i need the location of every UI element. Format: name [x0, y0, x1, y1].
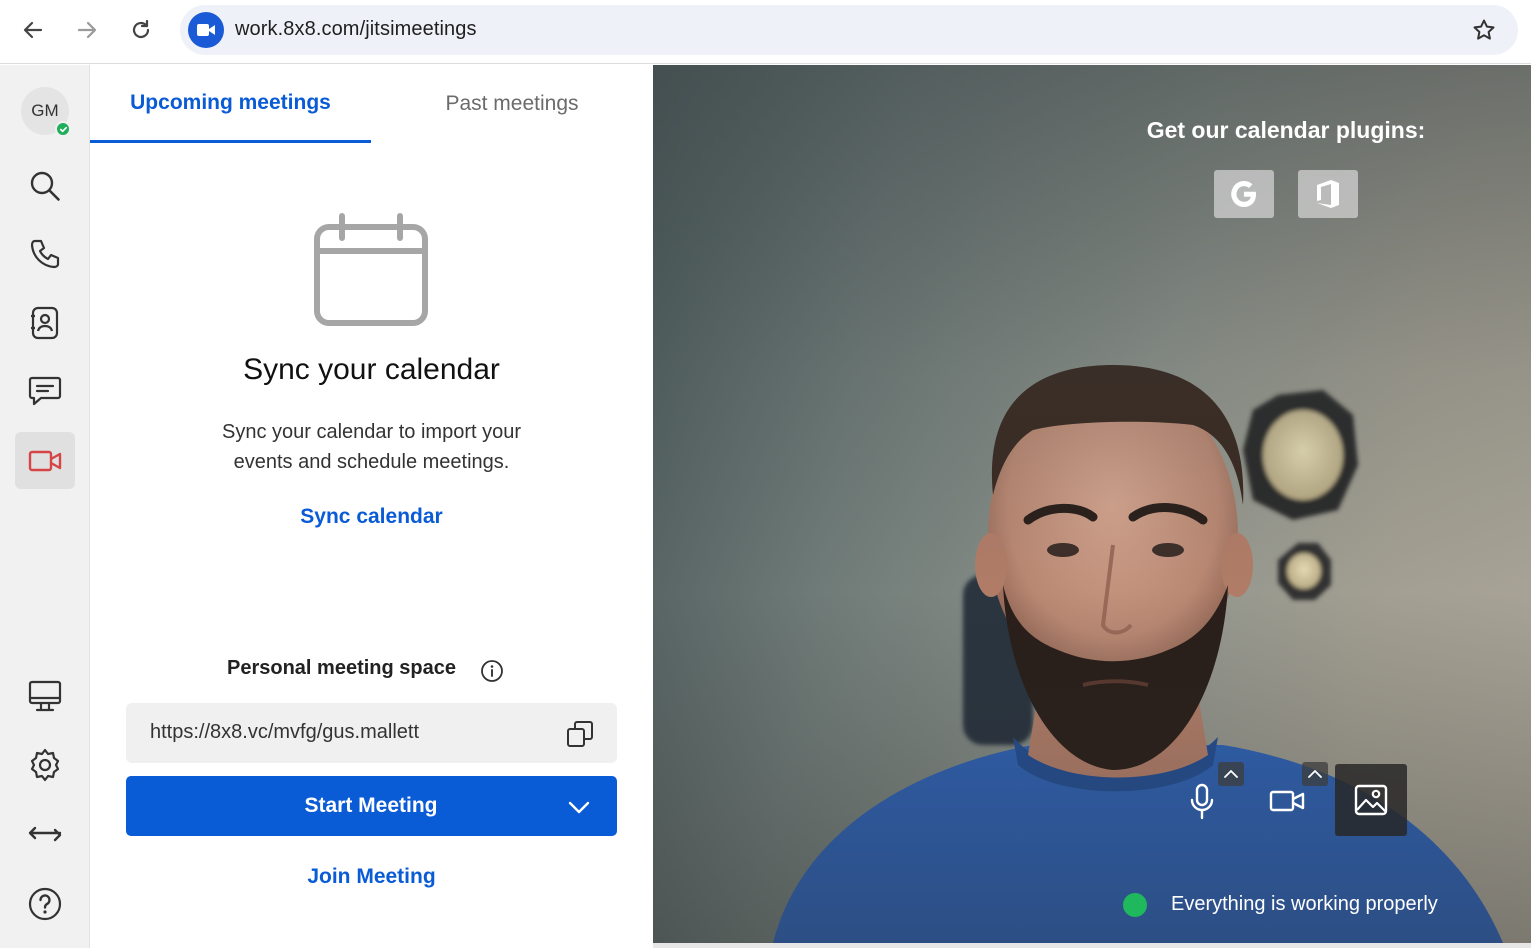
background-image-icon[interactable] — [1335, 764, 1407, 836]
calendar-icon — [314, 213, 428, 332]
personal-meeting-space-label: Personal meeting space — [227, 657, 456, 679]
phone-icon[interactable] — [15, 225, 75, 282]
device-status-text: Everything is working properly — [1171, 893, 1438, 915]
desktop-icon[interactable] — [15, 667, 75, 724]
sync-calendar-link[interactable]: Sync calendar — [90, 505, 653, 529]
forward-icon[interactable] — [67, 12, 107, 48]
google-calendar-plugin-button[interactable] — [1214, 170, 1274, 218]
reload-icon[interactable] — [121, 12, 161, 48]
camera-icon[interactable] — [1267, 785, 1307, 817]
camera-preview: Get our calendar plugins: Everything is … — [653, 65, 1531, 943]
google-icon — [1231, 181, 1256, 207]
left-nav-rail: GM — [0, 65, 90, 948]
address-bar[interactable]: work.8x8.com/jitsimeetings — [180, 5, 1518, 55]
browser-toolbar: work.8x8.com/jitsimeetings — [0, 0, 1531, 64]
join-meeting-link[interactable]: Join Meeting — [90, 865, 653, 889]
start-meeting-label: Start Meeting — [304, 794, 438, 817]
microphone-icon[interactable] — [1187, 782, 1217, 822]
office-calendar-plugin-button[interactable] — [1298, 170, 1358, 218]
site-video-icon — [188, 12, 224, 48]
settings-gear-icon[interactable] — [15, 736, 75, 793]
status-indicator-dot — [1123, 893, 1147, 917]
url-text: work.8x8.com/jitsimeetings — [235, 18, 477, 40]
bottom-divider — [653, 943, 1531, 948]
back-icon[interactable] — [13, 12, 53, 48]
info-icon[interactable] — [480, 659, 504, 683]
personal-meeting-url-field[interactable]: https://8x8.vc/mvfg/gus.mallett — [126, 703, 617, 763]
camera-options-chevron-up-icon[interactable] — [1302, 762, 1328, 786]
help-icon[interactable] — [15, 875, 75, 932]
search-icon[interactable] — [15, 157, 75, 214]
meetings-panel: Upcoming meetings Past meetings Sync you… — [90, 65, 653, 948]
microphone-options-chevron-up-icon[interactable] — [1218, 762, 1244, 786]
avatar[interactable]: GM — [21, 87, 71, 137]
transfer-arrows-icon[interactable] — [15, 805, 75, 862]
start-meeting-button[interactable]: Start Meeting — [126, 776, 617, 836]
sync-calendar-description: Sync your calendar to import your events… — [221, 421, 522, 473]
copy-icon[interactable] — [565, 719, 595, 749]
sync-calendar-title: Sync your calendar — [243, 353, 500, 386]
chevron-down-icon[interactable] — [567, 795, 591, 819]
meetings-video-icon[interactable] — [15, 432, 75, 489]
personal-meeting-url: https://8x8.vc/mvfg/gus.mallett — [150, 721, 419, 743]
presence-check-icon — [55, 121, 71, 137]
bookmark-star-icon[interactable] — [1470, 16, 1498, 44]
contacts-icon[interactable] — [15, 294, 75, 351]
chat-icon[interactable] — [15, 362, 75, 419]
office-icon — [1317, 180, 1339, 208]
calendar-plugins-title: Get our calendar plugins: — [1146, 117, 1426, 143]
avatar-initials: GM — [31, 101, 59, 120]
tab-upcoming-meetings[interactable]: Upcoming meetings — [90, 65, 371, 143]
tab-past-meetings[interactable]: Past meetings — [371, 65, 653, 143]
